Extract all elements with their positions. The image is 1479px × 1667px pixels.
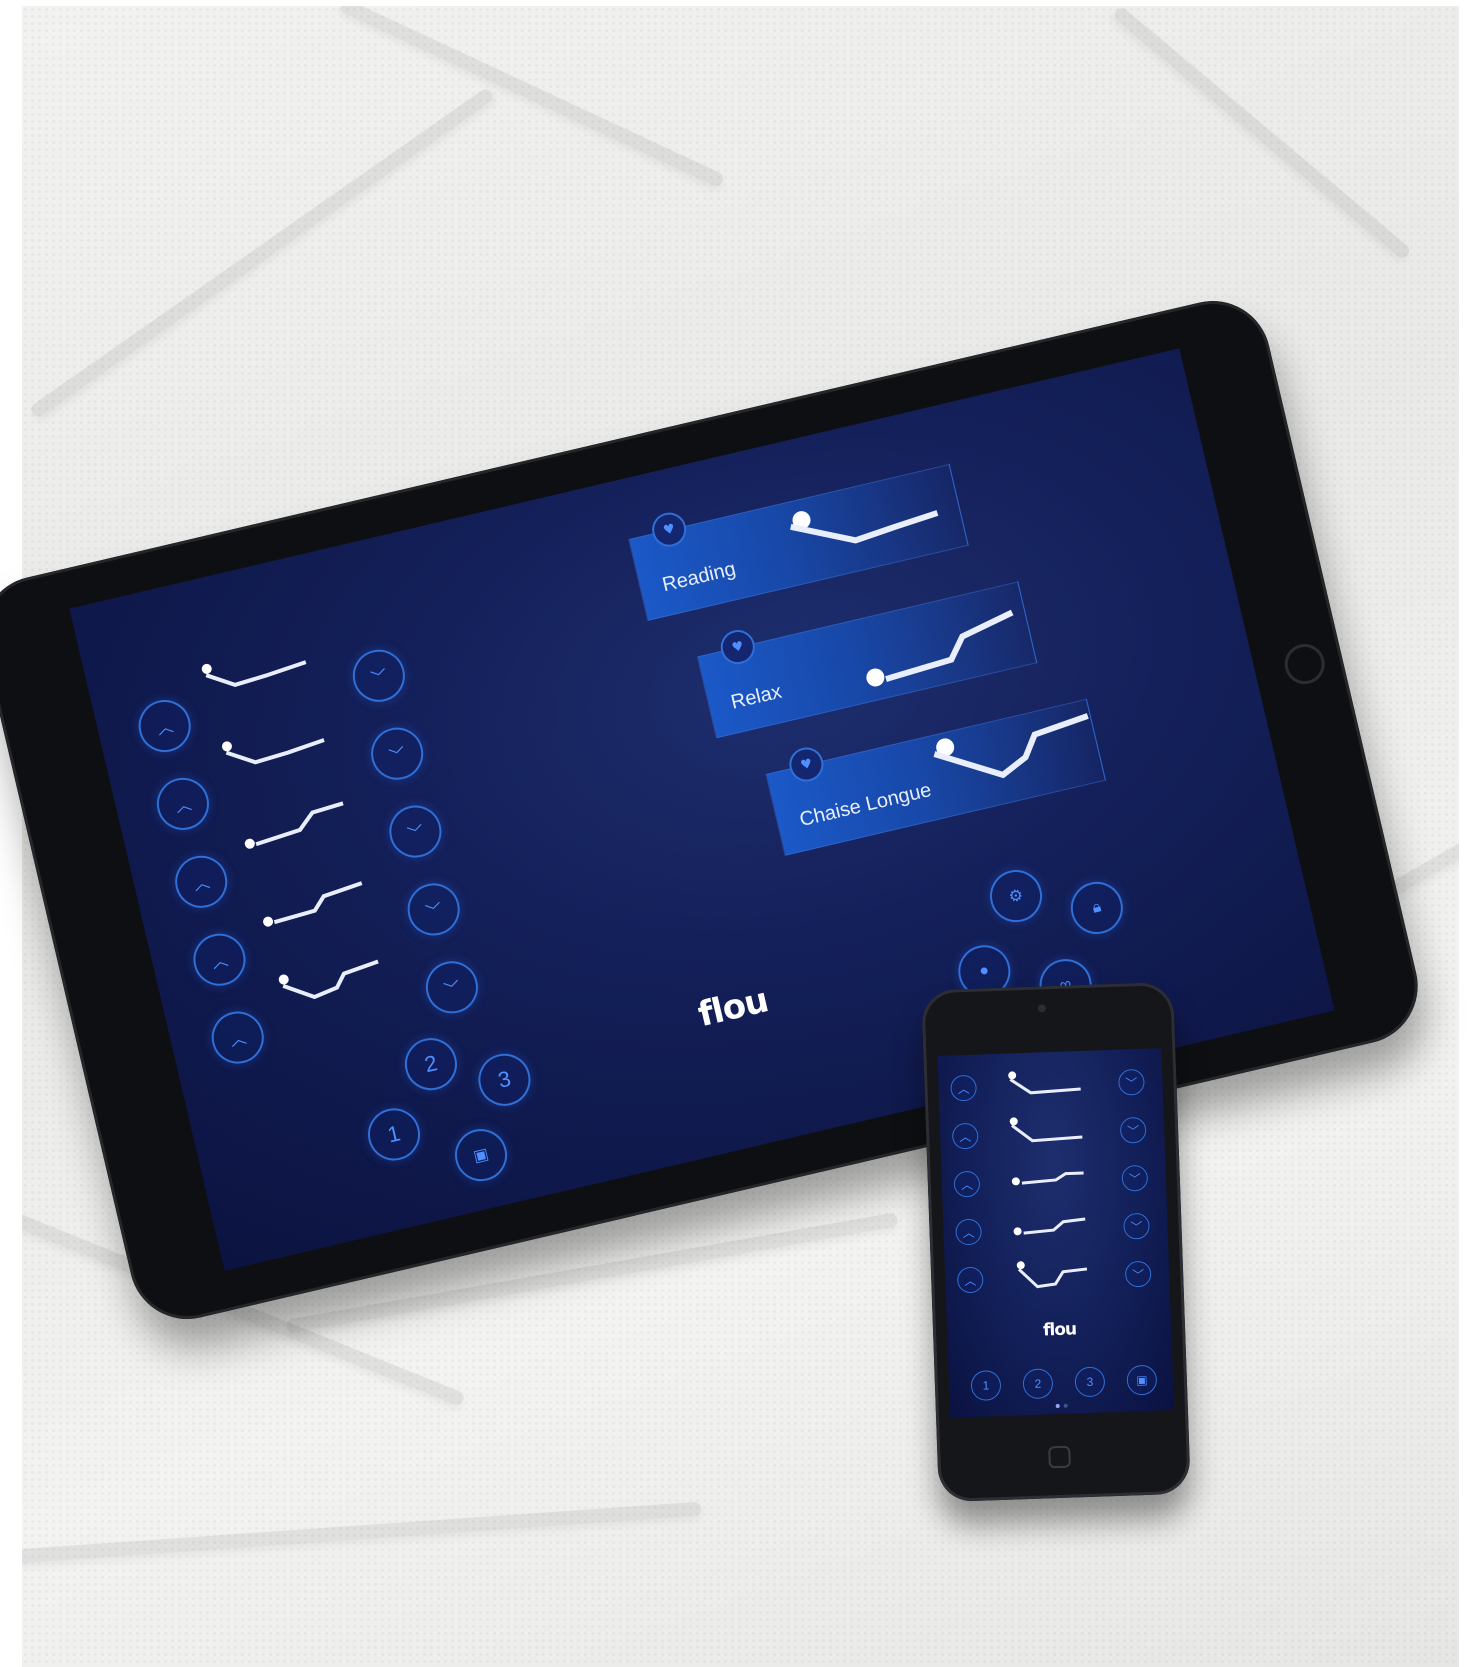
heart-icon[interactable]: ♥ [717,626,759,668]
phone-save-memory-button[interactable]: ▣ [1126,1364,1158,1396]
position-3-up-button[interactable]: ︿ [169,850,233,914]
preset-chaise-longue[interactable]: ♥ Chaise Longue [765,698,1106,856]
chevron-down-icon: ﹀ [424,901,444,922]
position-1-up-button[interactable]: ︿ [133,694,196,758]
phone-frame: ︿ ︿ ︿ ︿ ︿ ﹀ ﹀ ﹀ ﹀ ﹀ flou 1 2 3 ▣ [921,981,1191,1503]
bed-pose-relax-icon [866,609,1014,687]
phone-memory-3-button[interactable]: 3 [1074,1366,1106,1398]
preset-relax-label: Relax [728,680,784,714]
position-1-down-button[interactable]: ﹀ [347,644,411,708]
tablet-home-button[interactable] [1280,640,1329,689]
bed-pose-head-raised-icon [201,660,307,687]
save-icon: ▣ [1135,1372,1148,1388]
phone-flou-logo: flou [1042,1319,1077,1341]
phone-screen: ︿ ︿ ︿ ︿ ︿ ﹀ ﹀ ﹀ ﹀ ﹀ flou 1 2 3 ▣ [937,1048,1174,1418]
phone-camera [1037,1004,1046,1013]
chevron-down-icon: ﹀ [406,823,426,845]
position-4-down-button[interactable]: ﹀ [402,878,465,941]
phone-position-4-down-button[interactable]: ﹀ [1123,1212,1150,1240]
chevron-up-icon: ︿ [155,718,175,739]
chevron-up-icon: ︿ [173,796,194,817]
bed-pose-upper-back-icon [221,738,325,765]
phone-position-2-up-button[interactable]: ︿ [951,1122,979,1150]
preset-reading[interactable]: ♥ Reading [628,463,969,622]
phone-home-button[interactable] [1048,1445,1071,1469]
chevron-down-icon: ﹀ [442,979,463,1000]
chevron-up-icon: ︿ [964,1273,977,1288]
chevron-up-icon: ︿ [962,1225,975,1240]
position-3-down-button[interactable]: ﹀ [384,800,447,863]
preset-reading-label: Reading [660,557,738,597]
phone-position-3-up-button[interactable]: ︿ [953,1170,981,1198]
phone-bed-pose-4-icon [1013,1217,1086,1236]
position-2-up-button[interactable]: ︿ [151,772,215,836]
phone-position-1-up-button[interactable]: ︿ [950,1074,978,1102]
phone-memory-1-button[interactable]: 1 [970,1370,1002,1402]
chevron-up-icon: ︿ [960,1177,974,1192]
phone-bed-pose-2-icon [1009,1117,1083,1143]
preset-relax[interactable]: ♥ Relax [696,581,1038,739]
phone-memory-2-button[interactable]: 2 [1022,1368,1054,1400]
position-2-down-button[interactable]: ﹀ [365,722,429,785]
memory-2-button[interactable]: 2 [399,1032,463,1096]
phone-bed-pose-3-icon [1011,1171,1084,1186]
phone-bed-pose-1-icon [1008,1071,1081,1095]
position-4-up-button[interactable]: ︿ [188,928,251,991]
heart-icon[interactable]: ♥ [785,744,827,785]
gear-icon: ⚙ [1007,886,1026,907]
lock-icon: 🔒︎ [1090,898,1103,917]
chevron-up-icon: ︿ [228,1029,249,1051]
heart-icon[interactable]: ♥ [648,509,690,551]
chevron-down-icon: ﹀ [387,746,408,767]
chevron-up-icon: ︿ [959,1129,972,1144]
chevron-up-icon: ︿ [957,1081,970,1096]
save-icon: ▣ [471,1145,491,1166]
page-indicator [1055,1403,1068,1409]
memory-3-button[interactable]: 3 [473,1048,536,1112]
chevron-down-icon: ﹀ [369,668,390,689]
phone-position-4-up-button[interactable]: ︿ [955,1218,983,1246]
chevron-up-icon: ︿ [210,952,230,973]
bed-pose-feet-raised-icon [263,881,363,927]
chevron-down-icon: ﹀ [1130,1219,1143,1234]
chevron-down-icon: ﹀ [1126,1123,1140,1138]
bed-pose-chaise-longue-icon [933,713,1089,779]
phone-position-2-down-button[interactable]: ﹀ [1119,1116,1147,1144]
position-5-down-button[interactable]: ﹀ [420,956,484,1019]
chevron-down-icon: ﹀ [1128,1171,1142,1186]
chevron-down-icon: ﹀ [1131,1267,1145,1282]
bed-pose-legs-raised-icon [244,801,344,849]
memory-1-button[interactable]: 1 [362,1103,426,1166]
flou-logo: flou [694,980,772,1036]
light-bulb-icon: ● [977,961,991,981]
bed-pose-lounge-icon [278,959,379,1000]
phone-device: ︿ ︿ ︿ ︿ ︿ ﹀ ﹀ ﹀ ﹀ ﹀ flou 1 2 3 ▣ [921,981,1191,1503]
phone-position-5-up-button[interactable]: ︿ [956,1266,984,1294]
phone-position-5-down-button[interactable]: ﹀ [1124,1260,1152,1288]
chevron-up-icon: ︿ [192,874,212,895]
preset-chaise-longue-label: Chaise Longue [797,778,934,832]
phone-bed-pose-5-icon [1016,1261,1088,1289]
save-memory-button[interactable]: ▣ [449,1123,513,1187]
bed-pose-reading-icon [790,510,939,544]
lock-button[interactable]: 🔒︎ [1065,876,1129,940]
phone-position-1-down-button[interactable]: ﹀ [1118,1068,1145,1096]
phone-position-3-down-button[interactable]: ﹀ [1121,1164,1149,1192]
chevron-down-icon: ﹀ [1125,1075,1138,1090]
position-5-up-button[interactable]: ︿ [206,1006,270,1069]
settings-button[interactable]: ⚙ [984,864,1048,928]
